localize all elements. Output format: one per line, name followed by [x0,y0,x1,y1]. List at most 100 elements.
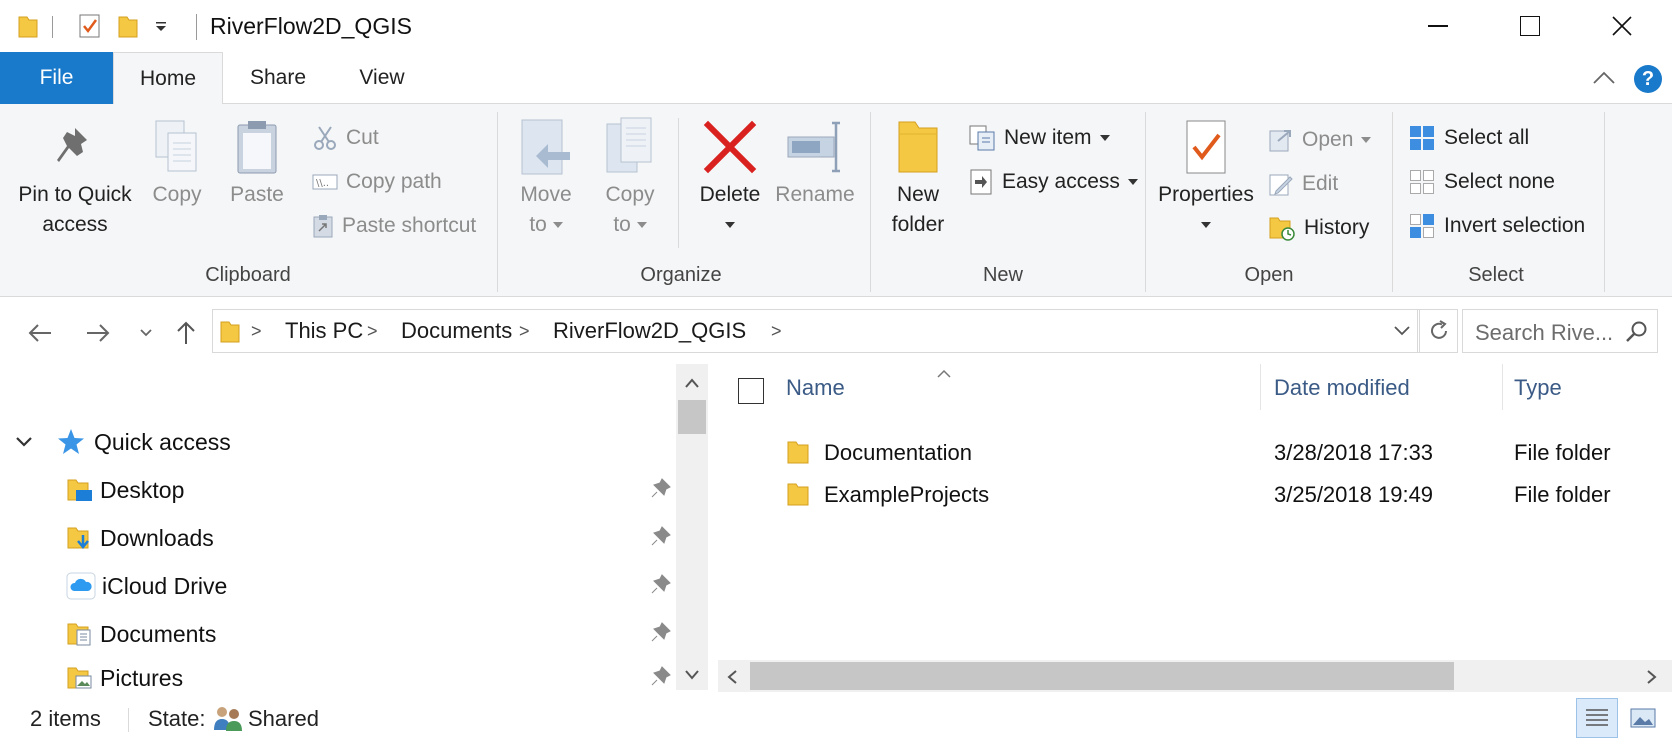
maximize-button[interactable] [1484,0,1576,52]
tab-file[interactable]: File [0,52,113,104]
copy-button[interactable]: Copy [142,114,212,210]
up-button[interactable] [168,316,204,350]
breadcrumb-chevron-icon[interactable]: > [519,310,530,352]
breadcrumb-riverflow2d-qgis[interactable]: RiverFlow2D_QGIS [553,310,746,352]
address-bar[interactable]: > This PC > Documents > RiverFlow2D_QGIS… [212,309,1420,353]
pin-to-quick-access-button[interactable]: Pin to Quick access [10,114,140,240]
pin-icon[interactable] [650,525,672,552]
cut-button[interactable]: Cut [312,122,379,154]
search-icon[interactable] [1625,320,1649,349]
pin-icon[interactable] [650,665,672,692]
breadcrumb-this-pc[interactable]: This PC [285,310,363,352]
group-label-select: Select [1468,264,1524,286]
select-all-checkbox[interactable] [738,378,764,404]
breadcrumb-chevron-icon[interactable]: > [771,310,782,352]
delete-button[interactable]: Delete [686,114,774,240]
scroll-up-icon[interactable] [684,376,700,394]
easy-access-button[interactable]: Easy access [968,166,1138,198]
file-name: Documentation [824,440,972,465]
address-history-button[interactable] [1389,310,1415,352]
refresh-button[interactable] [1420,309,1458,353]
scrollbar-thumb[interactable] [678,400,706,434]
column-divider[interactable] [1260,364,1261,410]
paste-shortcut-button[interactable]: Paste shortcut [312,210,476,242]
file-type: File folder [1514,482,1611,507]
search-box[interactable]: Search Rive... [1462,309,1658,353]
column-header-date-modified[interactable]: Date modified [1274,375,1410,401]
item-count: 2 items [30,706,101,731]
folder-icon [786,438,810,471]
search-input[interactable]: Search Rive... [1475,320,1613,346]
column-header-name[interactable]: Name [786,375,845,401]
sidebar-item-icloud-drive[interactable]: iCloud Drive [66,566,676,606]
chevron-down-icon [1394,326,1410,336]
sidebar-item-downloads[interactable]: Downloads [66,518,676,558]
back-button[interactable] [22,316,58,350]
chevron-down-icon [1361,137,1372,143]
properties-quick-icon[interactable] [74,10,106,42]
sidebar-item-pictures[interactable]: Pictures [66,662,676,694]
new-folder-icon [878,114,958,180]
quick-access-label: Quick access [94,428,231,455]
pin-icon[interactable] [650,621,672,648]
column-header-type[interactable]: Type [1514,375,1562,401]
rename-button[interactable]: Rename [774,114,856,210]
title-divider [196,14,197,40]
details-view-button[interactable] [1576,698,1618,738]
properties-button[interactable]: Properties [1150,114,1262,240]
pictures-folder-icon [67,667,92,689]
table-row[interactable]: Documentation 3/28/2018 17:33 File folde… [708,432,1672,474]
cut-label: Cut [346,126,379,149]
paste-button[interactable]: Paste [222,114,292,210]
file-list-scrollbar[interactable] [718,660,1672,692]
navigation-scrollbar[interactable] [676,364,708,690]
scrollbar-thumb[interactable] [750,662,1454,690]
breadcrumb-chevron-icon[interactable]: > [251,310,262,352]
move-to-button[interactable]: Move to [508,114,584,240]
scroll-right-icon[interactable] [1646,669,1658,690]
open-button[interactable]: Open [1268,124,1372,156]
sidebar-item-label: Desktop [100,476,185,503]
close-button[interactable] [1576,0,1668,52]
group-inner-separator [678,118,679,248]
new-folder-button[interactable]: New folder [878,114,958,240]
chevron-down-icon [1201,222,1211,229]
delete-label: Delete [699,183,761,206]
copy-to-button[interactable]: Copy to [592,114,668,240]
table-row[interactable]: ExampleProjects 3/25/2018 19:49 File fol… [708,474,1672,516]
chevron-down-icon[interactable] [14,435,34,449]
select-all-button[interactable]: Select all [1408,122,1529,154]
minimize-button[interactable] [1392,0,1484,52]
pin-icon[interactable] [650,573,672,600]
quick-access-item[interactable]: Quick access [14,422,231,462]
tab-home[interactable]: Home [113,52,223,105]
column-divider[interactable] [1502,364,1503,410]
history-button[interactable]: History [1268,212,1369,244]
sidebar-item-desktop[interactable]: Desktop [66,470,676,510]
collapse-ribbon-button[interactable] [1592,68,1616,88]
select-none-button[interactable]: Select none [1408,166,1555,198]
pin-icon[interactable] [650,477,672,504]
invert-selection-button[interactable]: Invert selection [1408,210,1585,242]
tab-view[interactable]: View [342,52,422,104]
breadcrumb-documents[interactable]: Documents [401,310,512,352]
new-item-button[interactable]: New item [968,122,1110,154]
large-icons-view-button[interactable] [1622,698,1664,738]
move-to-line1: Move [520,183,572,206]
paste-shortcut-label: Paste shortcut [342,214,477,237]
scroll-left-icon[interactable] [726,669,738,690]
breadcrumb-chevron-icon[interactable]: > [367,310,378,352]
recent-locations-button[interactable] [134,316,158,350]
paste-label: Paste [230,183,284,206]
customize-toolbar-icon[interactable] [150,10,172,42]
copy-path-button[interactable]: \\.. Copy path [312,166,442,198]
scroll-down-icon[interactable] [684,668,700,686]
help-button[interactable]: ? [1634,65,1662,93]
new-folder-quick-icon[interactable] [114,10,142,42]
forward-button[interactable] [80,316,116,350]
edit-button[interactable]: Edit [1268,168,1338,200]
sidebar-item-documents[interactable]: Documents [66,614,676,654]
title-bar: RiverFlow2D_QGIS [0,0,1672,52]
title-divider [52,16,53,38]
tab-share[interactable]: Share [238,52,318,104]
